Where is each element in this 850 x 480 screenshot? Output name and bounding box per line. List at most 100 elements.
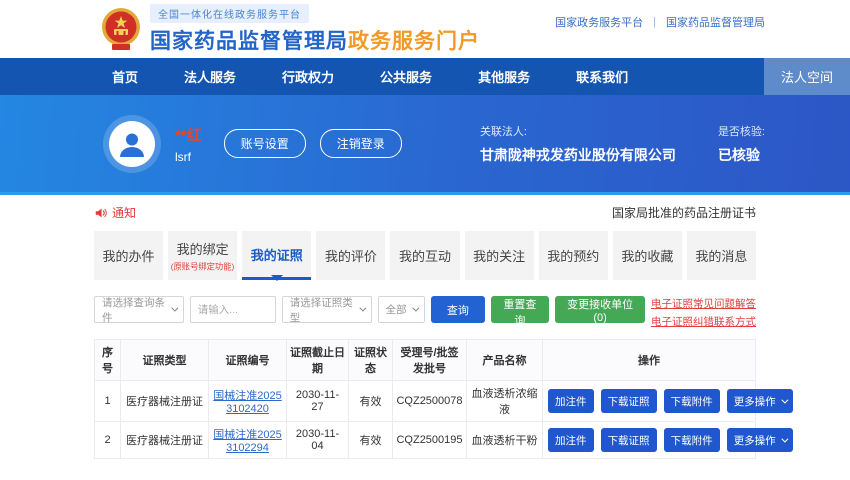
query-condition-select[interactable]: 请选择查询条件 <box>94 296 184 323</box>
cert-contact-link[interactable]: 电子证照纠错联系方式 <box>651 314 756 329</box>
nav-item-contact[interactable]: 联系我们 <box>576 67 628 86</box>
column-header-no: 序号 <box>95 340 121 381</box>
chevron-down-icon <box>781 396 788 403</box>
logout-button[interactable]: 注销登录 <box>320 129 402 158</box>
accept-number: CQZ2500078 <box>393 381 467 422</box>
nav-item-public-services[interactable]: 公共服务 <box>380 67 432 86</box>
more-actions-button[interactable]: 更多操作 <box>727 428 793 452</box>
accept-number: CQZ2500195 <box>393 422 467 459</box>
top-link-nmpa[interactable]: 国家药品监督管理局 <box>666 14 765 30</box>
cert-status: 有效 <box>349 422 393 459</box>
cert-expiry: 2030-11-27 <box>287 381 349 422</box>
account-buttons: 账号设置 注销登录 <box>224 129 402 158</box>
keyword-input[interactable] <box>190 296 276 323</box>
related-legal-value: 甘肃陇神戎发药业股份有限公司 <box>480 145 676 165</box>
tab-my-evaluations[interactable]: 我的评价 <box>316 231 385 280</box>
tab-my-items[interactable]: 我的办件 <box>94 231 163 280</box>
nav-item-home[interactable]: 首页 <box>112 67 138 86</box>
column-header-status: 证照状态 <box>349 340 393 381</box>
column-header-accept-no: 受理号/批签发批号 <box>393 340 467 381</box>
column-header-product: 产品名称 <box>467 340 543 381</box>
user-account: lsrf <box>175 150 202 164</box>
cert-number-cell: 国械注准20253102294 <box>209 422 287 459</box>
download-cert-button[interactable]: 下载证照 <box>601 389 657 413</box>
tab-my-interactions[interactable]: 我的互动 <box>390 231 459 280</box>
top-link-gov-platform[interactable]: 国家政务服务平台 <box>555 14 643 30</box>
tab-my-binding-subnote: (原账号绑定功能) <box>171 260 234 272</box>
more-actions-button[interactable]: 更多操作 <box>727 389 793 413</box>
site-header: 全国一体化在线政务服务平台 国家药品监督管理局政务服务门户 国家政务服务平台 |… <box>0 0 850 58</box>
cert-faq-link[interactable]: 电子证照常见问题解答 <box>651 296 756 311</box>
verify-value: 已核验 <box>718 145 765 165</box>
cert-number-cell: 国械注准20253102420 <box>209 381 287 422</box>
chevron-down-icon <box>413 305 420 312</box>
table-row: 1 医疗器械注册证 国械注准20253102420 2030-11-27 有效 … <box>95 381 756 422</box>
table-row: 2 医疗器械注册证 国械注准20253102294 2030-11-04 有效 … <box>95 422 756 459</box>
account-settings-button[interactable]: 账号设置 <box>224 129 306 158</box>
nav-item-other-services[interactable]: 其他服务 <box>478 67 530 86</box>
notice-label: 通知 <box>112 204 136 221</box>
hero-right: 关联法人: 甘肃陇神戎发药业股份有限公司 是否核验: 已核验 <box>480 123 765 165</box>
cert-type: 医疗器械注册证 <box>121 422 209 459</box>
national-emblem-icon <box>100 7 142 53</box>
verification-status: 是否核验: 已核验 <box>718 123 765 165</box>
tab-my-favorites[interactable]: 我的收藏 <box>613 231 682 280</box>
page-title: 国家药品监督管理局政务服务门户 <box>150 25 480 55</box>
column-header-type: 证照类型 <box>121 340 209 381</box>
tab-my-binding[interactable]: 我的绑定 (原账号绑定功能) <box>168 231 237 280</box>
main-nav: 首页 法人服务 行政权力 公共服务 其他服务 联系我们 法人空间 <box>0 58 850 95</box>
filter-row: 请选择查询条件 请选择证照类型 全部 查询 重置查询 变更接收单位(0) 电子证… <box>94 296 756 329</box>
nav-items: 首页 法人服务 行政权力 公共服务 其他服务 联系我们 <box>0 58 764 95</box>
main-content: 通知 国家局批准的药品注册证书 我的办件 我的绑定 (原账号绑定功能) 我的证照… <box>94 204 756 459</box>
cert-status: 有效 <box>349 381 393 422</box>
certificates-table: 序号 证照类型 证照编号 证照截止日期 证照状态 受理号/批签发批号 产品名称 … <box>94 339 756 459</box>
tab-my-follows[interactable]: 我的关注 <box>465 231 534 280</box>
brand: 全国一体化在线政务服务平台 国家药品监督管理局政务服务门户 <box>100 4 480 55</box>
chevron-down-icon <box>359 305 366 312</box>
column-header-expiry: 证照截止日期 <box>287 340 349 381</box>
tabs: 我的办件 我的绑定 (原账号绑定功能) 我的证照 我的评价 我的互动 我的关注 … <box>94 231 756 280</box>
verify-label: 是否核验: <box>718 123 765 139</box>
tab-my-certificates[interactable]: 我的证照 <box>242 231 311 280</box>
column-header-actions: 操作 <box>543 340 756 381</box>
cert-type: 医疗器械注册证 <box>121 381 209 422</box>
product-name: 血液透析干粉 <box>467 422 543 459</box>
cert-number-link[interactable]: 国械注准20253102294 <box>213 429 281 454</box>
site-subtitle: 政务服务门户 <box>348 30 480 53</box>
cert-type-select[interactable]: 请选择证照类型 <box>282 296 372 323</box>
cert-expiry: 2030-11-04 <box>287 422 349 459</box>
notice-row: 通知 国家局批准的药品注册证书 <box>94 204 756 221</box>
nav-item-legal-services[interactable]: 法人服务 <box>184 67 236 86</box>
download-attachment-button[interactable]: 下载附件 <box>664 389 720 413</box>
tab-my-messages[interactable]: 我的消息 <box>687 231 756 280</box>
related-legal-label: 关联法人: <box>480 123 676 139</box>
top-link-divider: | <box>653 16 656 28</box>
chevron-down-icon <box>171 305 178 312</box>
tab-my-appointments[interactable]: 我的预约 <box>539 231 608 280</box>
top-links: 国家政务服务平台 | 国家药品监督管理局 <box>555 14 765 30</box>
row-no: 2 <box>95 422 121 459</box>
user-hero: **红 lsrf 账号设置 注销登录 关联法人: 甘肃陇神戎发药业股份有限公司 … <box>0 95 850 195</box>
actions-cell: 加注件 下载证照 下载附件 更多操作 <box>543 381 756 422</box>
download-cert-button[interactable]: 下载证照 <box>601 428 657 452</box>
avatar-inner <box>109 121 155 167</box>
product-name: 血液透析浓缩液 <box>467 381 543 422</box>
annotate-button[interactable]: 加注件 <box>548 389 594 413</box>
notice-text[interactable]: 国家局批准的药品注册证书 <box>612 204 756 221</box>
query-button[interactable]: 查询 <box>431 296 484 323</box>
avatar <box>103 115 161 173</box>
cert-number-link[interactable]: 国械注准20253102420 <box>213 390 281 415</box>
nav-item-legal-space[interactable]: 法人空间 <box>764 58 850 95</box>
annotate-button[interactable]: 加注件 <box>548 428 594 452</box>
site-title: 国家药品监督管理局 <box>150 30 348 53</box>
reset-query-button[interactable]: 重置查询 <box>491 296 550 323</box>
table-header-row: 序号 证照类型 证照编号 证照截止日期 证照状态 受理号/批签发批号 产品名称 … <box>95 340 756 381</box>
chevron-down-icon <box>781 435 788 442</box>
scope-select[interactable]: 全部 <box>378 296 426 323</box>
user-icon <box>115 127 149 161</box>
nav-item-admin-power[interactable]: 行政权力 <box>282 67 334 86</box>
user-name: **红 <box>175 124 202 145</box>
actions-cell: 加注件 下载证照 下载附件 更多操作 <box>543 422 756 459</box>
change-receiver-button[interactable]: 变更接收单位(0) <box>555 296 645 323</box>
download-attachment-button[interactable]: 下载附件 <box>664 428 720 452</box>
